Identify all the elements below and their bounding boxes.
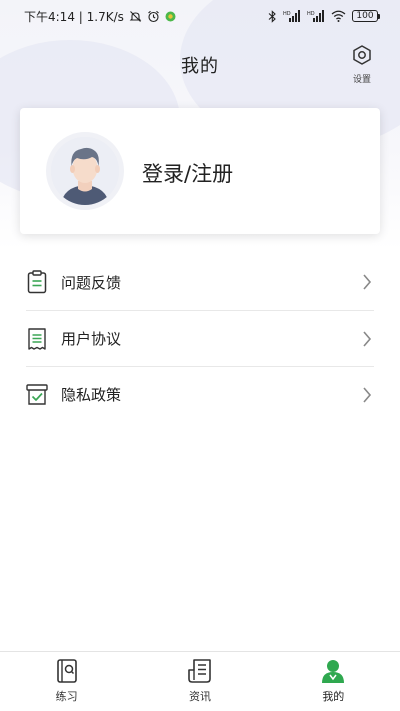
book-icon (54, 658, 80, 684)
chevron-right-icon (362, 330, 372, 348)
receipt-icon (26, 327, 48, 351)
battery-icon: 100 (352, 10, 380, 22)
chevron-right-icon (362, 386, 372, 404)
menu-item-feedback[interactable]: 问题反馈 (26, 254, 374, 310)
login-register-link[interactable]: 登录/注册 (142, 158, 233, 188)
gear-icon (351, 44, 373, 70)
svg-text:HD: HD (283, 11, 291, 17)
bluetooth-icon (268, 9, 277, 23)
mute-icon (129, 10, 142, 23)
news-icon (187, 658, 213, 684)
person-icon (320, 658, 346, 684)
profile-card[interactable]: 登录/注册 (20, 108, 380, 234)
tab-practice[interactable]: 练习 (0, 652, 133, 711)
tab-news[interactable]: 资讯 (133, 652, 266, 711)
cell-signal-icon-2: HD (307, 10, 325, 22)
settings-button[interactable]: 设置 (344, 44, 380, 85)
menu-item-label: 问题反馈 (61, 273, 122, 292)
shield-check-icon (26, 383, 48, 407)
app-notification-icon (165, 11, 176, 22)
chevron-right-icon (362, 273, 372, 291)
menu-item-label: 用户协议 (61, 330, 122, 348)
avatar-frame (46, 132, 124, 210)
page-title: 我的 (181, 56, 219, 77)
status-time: 下午4:14 | 1.7K/s (24, 9, 124, 24)
tab-label: 我的 (322, 690, 345, 703)
cell-signal-icon-1: HD (283, 10, 301, 22)
avatar[interactable] (51, 137, 119, 205)
status-bar: 下午4:14 | 1.7K/s HD HD 100 (0, 0, 400, 32)
clipboard-icon (26, 270, 48, 294)
svg-text:HD: HD (307, 11, 315, 17)
menu-item-user-agreement[interactable]: 用户协议 (26, 310, 374, 366)
bottom-tab-bar: 练习 资讯 我的 (0, 651, 400, 711)
menu-item-privacy-policy[interactable]: 隐私政策 (26, 366, 374, 422)
settings-label: 设置 (352, 75, 371, 85)
alarm-icon (147, 10, 160, 23)
tab-mine[interactable]: 我的 (267, 652, 400, 711)
tab-label: 资讯 (188, 690, 211, 703)
page-header: 我的 设置 (0, 40, 400, 85)
settings-menu-list: 问题反馈 用户协议 隐私政策 (0, 254, 400, 422)
tab-label: 练习 (55, 690, 78, 703)
menu-item-label: 隐私政策 (61, 386, 122, 404)
wifi-icon (331, 10, 346, 22)
